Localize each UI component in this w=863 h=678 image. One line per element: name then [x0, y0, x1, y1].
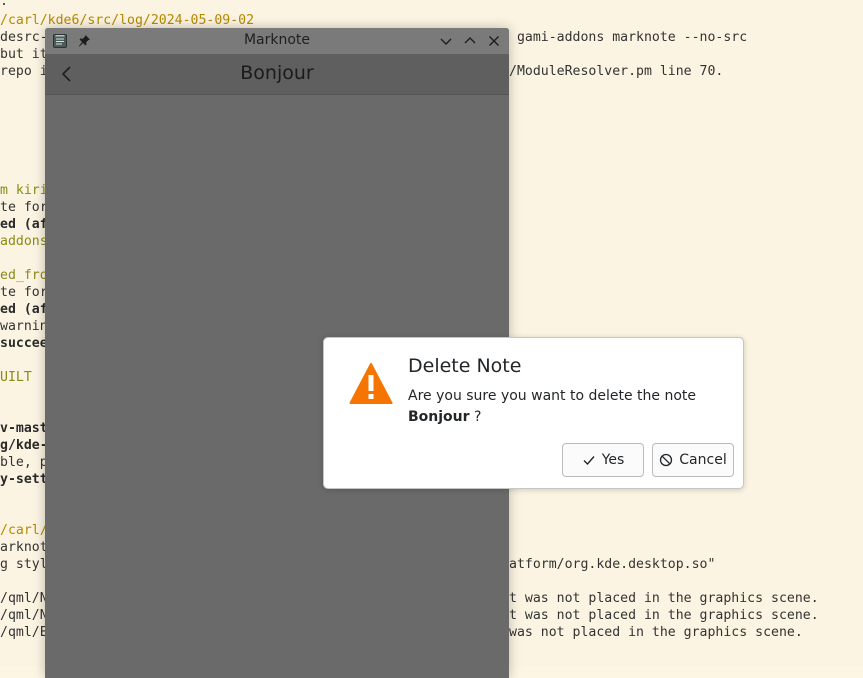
- dialog-note-name: Bonjour: [408, 409, 470, 425]
- note-header: Bonjour: [45, 54, 509, 95]
- delete-note-dialog: Delete Note Are you sure you want to del…: [323, 337, 744, 489]
- terminal-line: v-mast: [0, 421, 48, 436]
- terminal-line: te for: [0, 200, 48, 215]
- close-icon[interactable]: [486, 33, 502, 49]
- terminal-line: ed_fro: [0, 268, 48, 283]
- window-titlebar[interactable]: Marknote: [45, 28, 509, 54]
- terminal-line: g/kde-: [0, 438, 48, 453]
- cancel-circle-icon: [659, 453, 673, 467]
- checkmark-icon: [582, 453, 596, 467]
- warning-icon: [349, 362, 393, 406]
- terminal-line: desrc-: [0, 30, 48, 45]
- terminal-line: arknot: [0, 540, 48, 555]
- terminal-line: /ModuleResolver.pm line 70.: [509, 64, 724, 79]
- terminal-line: ble, p: [0, 455, 48, 470]
- terminal-line: gami-addons marknote --no-src: [509, 30, 748, 45]
- dialog-title: Delete Note: [408, 355, 522, 377]
- terminal-line: /qml/E: [0, 625, 48, 640]
- terminal-line: m kiri: [0, 183, 48, 198]
- minimize-chevron-down-icon[interactable]: [438, 33, 454, 49]
- terminal-line: /qml/N: [0, 608, 48, 623]
- terminal-line: g styl: [0, 557, 48, 572]
- dialog-message: Are you sure you want to delete the note…: [408, 386, 696, 428]
- terminal-line: succee: [0, 336, 48, 351]
- yes-button[interactable]: Yes: [562, 443, 644, 477]
- dialog-message-suffix: ?: [469, 409, 482, 425]
- yes-button-label: Yes: [601, 452, 625, 468]
- terminal-line: te for: [0, 285, 48, 300]
- terminal-line: t was not placed in the graphics scene.: [509, 591, 819, 606]
- dialog-message-line2: Bonjour ?: [408, 407, 696, 428]
- cancel-button[interactable]: Cancel: [652, 443, 734, 477]
- terminal-line: ed (af: [0, 302, 48, 317]
- terminal-line: y-sett: [0, 472, 48, 487]
- dialog-message-prefix: Are you sure you want to delete the note: [408, 388, 696, 404]
- terminal-line: ed (af: [0, 217, 48, 232]
- note-title: Bonjour: [240, 62, 314, 84]
- terminal-line: warnin: [0, 319, 48, 334]
- maximize-chevron-up-icon[interactable]: [462, 33, 478, 49]
- terminal-line: t was not placed in the graphics scene.: [509, 608, 819, 623]
- terminal-line: was not placed in the graphics scene.: [509, 625, 803, 640]
- terminal-line: UILT: [0, 370, 32, 385]
- terminal-line: /carl/: [0, 523, 48, 538]
- terminal-line: repo i: [0, 64, 48, 79]
- terminal-line: but it: [0, 47, 48, 62]
- terminal-line: addons: [0, 234, 48, 249]
- terminal-line: atform/org.kde.desktop.so": [509, 557, 716, 572]
- cancel-button-label: Cancel: [679, 452, 727, 468]
- terminal-line: /qml/N: [0, 591, 48, 606]
- terminal-line: .: [0, 0, 8, 9]
